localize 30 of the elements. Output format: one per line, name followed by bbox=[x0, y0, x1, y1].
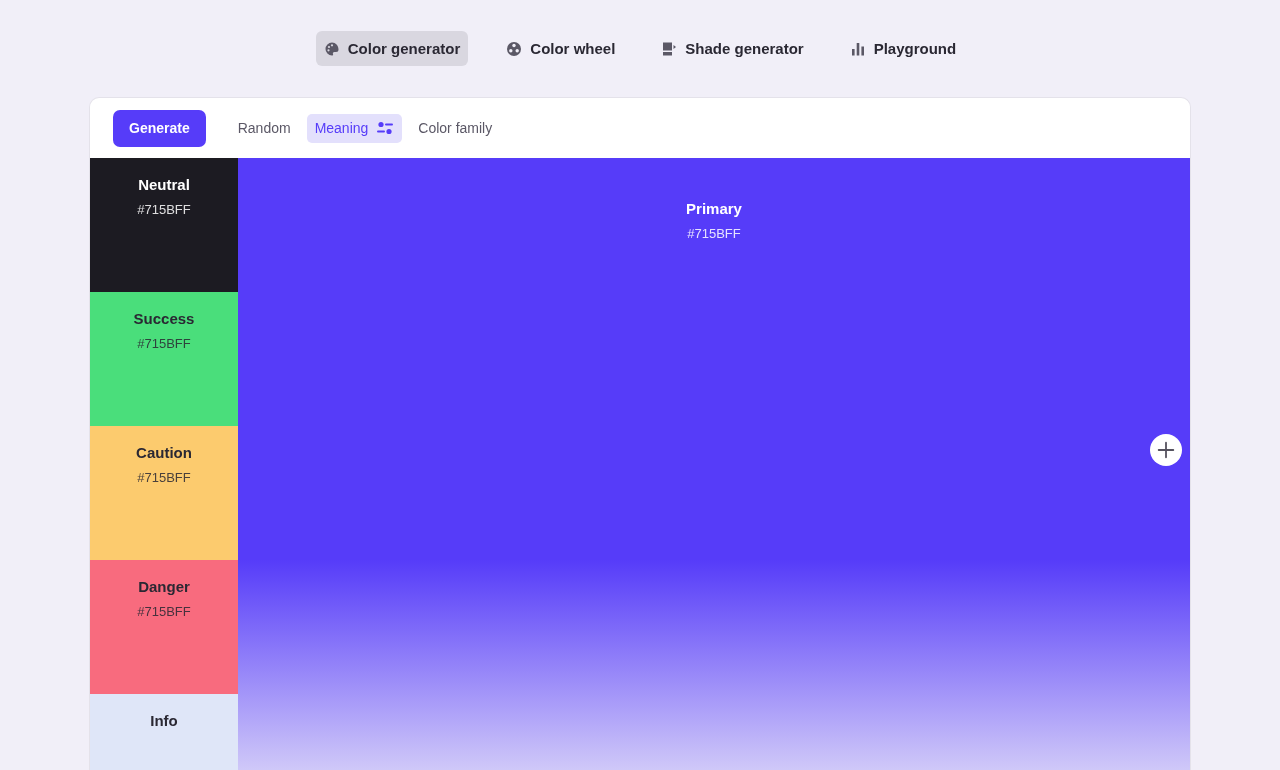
add-button[interactable] bbox=[1150, 434, 1182, 466]
swatch-hex: #715BFF bbox=[137, 202, 191, 217]
palette-icon bbox=[323, 40, 340, 57]
shade-icon bbox=[661, 40, 678, 57]
mode-tab[interactable]: Meaning bbox=[306, 113, 403, 143]
color-swatch[interactable]: Success #715BFF bbox=[90, 292, 238, 426]
swatch-name: Danger bbox=[138, 578, 190, 595]
plus-icon bbox=[1157, 441, 1175, 459]
swatch-hex: #715BFF bbox=[137, 470, 191, 485]
color-swatch[interactable]: Caution #715BFF bbox=[90, 426, 238, 560]
swatch-name: Neutral bbox=[138, 176, 190, 193]
nav-tab[interactable]: Color wheel bbox=[498, 31, 624, 66]
color-swatch[interactable]: Danger #715BFF bbox=[90, 560, 238, 694]
nav-tab[interactable]: Shade generator bbox=[653, 31, 812, 66]
mode-tab[interactable]: Color family bbox=[410, 113, 501, 143]
nav-tab[interactable]: Color generator bbox=[315, 31, 469, 66]
swatch-hex: #715BFF bbox=[137, 604, 191, 619]
color-swatch[interactable]: Info bbox=[90, 694, 238, 770]
color-swatch[interactable]: Neutral #715BFF bbox=[90, 158, 238, 292]
swatch-name: Info bbox=[150, 712, 178, 729]
color-wheel-icon bbox=[506, 40, 523, 57]
swatch-name: Success bbox=[133, 310, 195, 327]
swatch-hex: #715BFF bbox=[687, 226, 741, 241]
swatch-name: Primary bbox=[686, 200, 742, 217]
nav-tab[interactable]: Playground bbox=[841, 31, 965, 66]
bar-chart-icon bbox=[849, 40, 866, 57]
swatch-hex: #715BFF bbox=[137, 336, 191, 351]
mode-tab[interactable]: Random bbox=[229, 113, 299, 143]
generate-button[interactable]: Generate bbox=[113, 109, 206, 147]
swatch-name: Caution bbox=[136, 444, 192, 461]
